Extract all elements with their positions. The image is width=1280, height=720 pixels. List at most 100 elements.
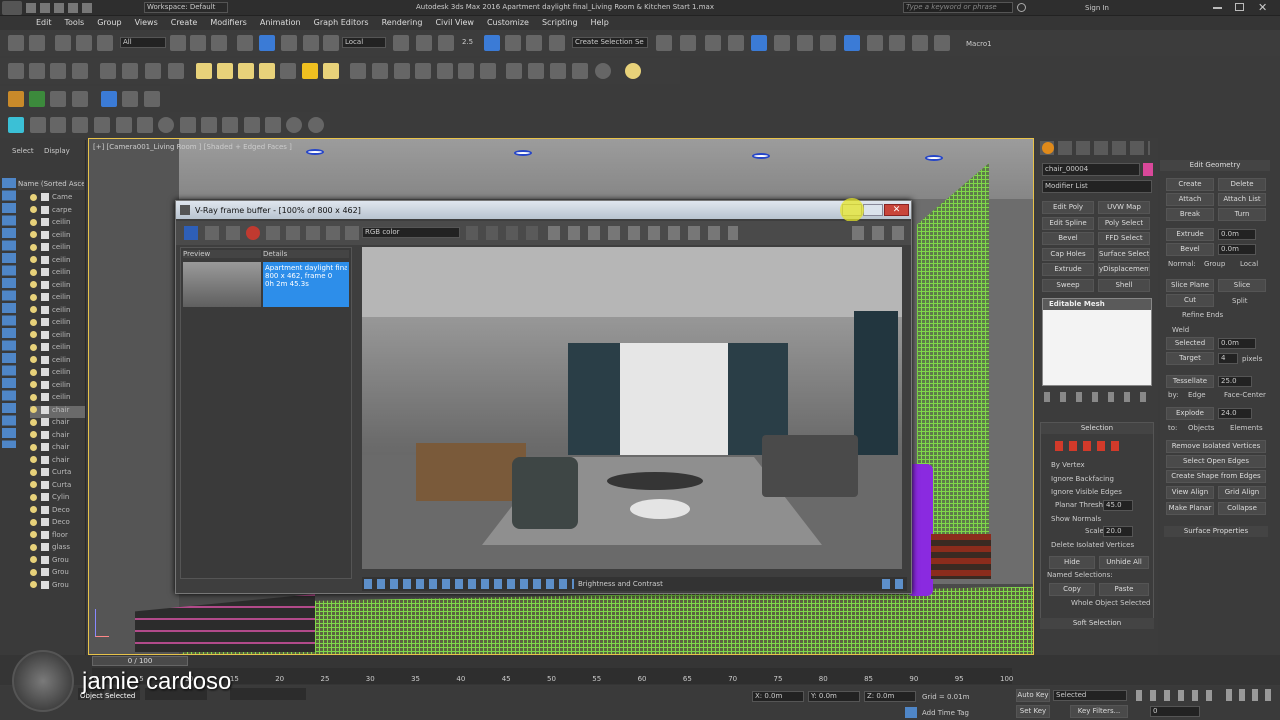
vray-proxy-icon[interactable] (145, 63, 161, 79)
vray-vfb-icon[interactable] (506, 63, 522, 79)
light-bulb-icon[interactable] (30, 318, 37, 326)
auto-key-button[interactable]: Auto Key (1016, 689, 1050, 702)
light-bulb-icon[interactable] (30, 456, 37, 463)
vfb-clear-icon[interactable] (246, 226, 260, 240)
modifier-button[interactable]: Surface Select (1098, 247, 1150, 261)
vray-displacement-icon[interactable] (458, 63, 474, 79)
menu-scripting[interactable]: Scripting (542, 16, 578, 30)
scene-item[interactable]: ceilin (30, 393, 85, 405)
scene-item[interactable]: Came (30, 193, 85, 205)
copy-button[interactable]: Copy (1049, 583, 1095, 596)
face-center-radio[interactable]: Face-Center (1224, 391, 1266, 399)
bevel-field[interactable]: 0.0m (1218, 244, 1256, 255)
modifier-button[interactable]: Bevel (1042, 232, 1094, 245)
vray-toon-icon[interactable] (415, 63, 431, 79)
vray-help-icon[interactable] (595, 63, 611, 79)
toggle-ribbon-icon[interactable] (728, 35, 744, 51)
light-bulb-icon[interactable] (30, 356, 37, 363)
render-production-icon[interactable] (867, 35, 883, 51)
vfb-lut-icon[interactable] (306, 226, 320, 240)
scene-item[interactable]: Grou (30, 580, 85, 593)
add-time-tag[interactable]: Add Time Tag (922, 709, 969, 717)
search-icon[interactable] (1017, 3, 1026, 12)
light-bulb-icon[interactable] (30, 256, 37, 263)
show-normals-check[interactable]: Show Normals (1051, 515, 1101, 523)
light-bulb-icon[interactable] (30, 268, 37, 276)
vfb-compare-icon[interactable] (266, 226, 280, 240)
forest-eye-icon[interactable] (286, 117, 302, 133)
light-bulb-icon[interactable] (30, 206, 37, 213)
vfb-history-icons[interactable] (548, 226, 738, 240)
cut-button[interactable]: Cut (1166, 294, 1214, 307)
viewport-label[interactable]: [+] [Camera001_Living Room ] [Shaded + E… (93, 143, 292, 151)
plugin-icon[interactable] (8, 91, 24, 107)
display-tab[interactable]: Display (44, 147, 70, 155)
forest-cube-icon[interactable] (201, 117, 217, 133)
modifier-button[interactable]: Sweep (1042, 278, 1094, 292)
snap-toggle[interactable]: 2.5 (462, 38, 473, 46)
modifier-button[interactable]: UVW Map (1098, 201, 1150, 214)
render-activeshade-icon[interactable] (912, 35, 928, 51)
vray-plane-icon[interactable] (196, 63, 212, 79)
edit-named-selection-icon[interactable] (549, 35, 565, 51)
modifier-button[interactable]: Cap Holes (1042, 247, 1094, 261)
weld-target-field[interactable]: 4 (1218, 353, 1238, 364)
selection-rollout-title[interactable]: Selection (1041, 423, 1153, 434)
scene-item[interactable]: ceilin (30, 230, 85, 243)
scene-item[interactable]: ceilin (30, 255, 85, 268)
bind-spacewarp-icon[interactable] (97, 35, 113, 51)
y-coord-field[interactable]: Y: 0.0m (808, 691, 860, 702)
time-tag-icon[interactable] (905, 707, 917, 718)
vfb-corner-icons[interactable] (882, 579, 904, 589)
forest-pin-icon[interactable] (8, 117, 24, 133)
scene-item[interactable]: ceilin (30, 330, 85, 343)
slice-button[interactable]: Slice (1218, 279, 1266, 292)
render-iterative-icon[interactable] (889, 35, 905, 51)
curve-editor-icon[interactable] (751, 35, 767, 51)
split-check[interactable]: Split (1232, 297, 1248, 305)
menu-graph-editors[interactable]: Graph Editors (314, 16, 369, 30)
scene-item[interactable]: ceilin (30, 305, 85, 318)
remove-isolated-button[interactable]: Remove Isolated Vertices (1166, 440, 1266, 453)
set-key-button[interactable]: Set Key (1016, 705, 1050, 718)
light-bulb-icon[interactable] (30, 431, 37, 438)
light-bulb-icon[interactable] (30, 581, 37, 588)
maximize-icon[interactable] (1235, 3, 1244, 11)
vray-material-icon[interactable] (480, 63, 496, 79)
vray-cone-icon[interactable] (280, 63, 296, 79)
schematic-view-icon[interactable] (774, 35, 790, 51)
weld-selected-button[interactable]: Selected (1166, 337, 1214, 350)
create-shape-button[interactable]: Create Shape from Edges (1166, 470, 1266, 483)
vfb-display-icon[interactable] (326, 226, 340, 240)
key-mode-dropdown[interactable]: Selected (1053, 690, 1127, 701)
select-object-icon[interactable] (170, 35, 186, 51)
menu-create[interactable]: Create (171, 16, 198, 30)
forest-frame-icon[interactable] (180, 117, 196, 133)
hide-button[interactable]: Hide (1049, 556, 1095, 569)
object-name-field[interactable]: chair_00004 (1042, 163, 1140, 176)
light-bulb-icon[interactable] (30, 193, 37, 201)
bevel-button[interactable]: Bevel (1166, 243, 1214, 256)
column-header-name[interactable]: Name (Sorted Ascer (18, 180, 84, 190)
vray-ies-icon[interactable] (29, 63, 45, 79)
vray-sky-icon[interactable] (323, 63, 339, 79)
select-open-edges-button[interactable]: Select Open Edges (1166, 455, 1266, 468)
material-editor-icon[interactable] (797, 35, 813, 51)
vray-fur-icon[interactable] (168, 63, 184, 79)
forest-gear-icon[interactable] (30, 117, 46, 133)
edit-geometry-title[interactable]: Edit Geometry (1160, 160, 1270, 171)
delete-button[interactable]: Delete (1218, 178, 1266, 191)
tree-icon[interactable] (29, 91, 45, 107)
weld-selected-field[interactable]: 0.0m (1218, 338, 1256, 349)
vray-dome-icon[interactable] (100, 63, 116, 79)
scene-item[interactable]: chair (30, 443, 85, 455)
modifier-list-dropdown[interactable]: Modifier List (1042, 180, 1152, 193)
tessellate-button[interactable]: Tessellate (1166, 375, 1214, 388)
stack-tools[interactable] (1044, 392, 1150, 402)
unlink-icon[interactable] (76, 35, 92, 51)
table-icon[interactable] (72, 91, 88, 107)
menu-tools[interactable]: Tools (65, 16, 85, 30)
scene-item[interactable]: chair (30, 405, 85, 418)
forest-book-icon[interactable] (94, 117, 110, 133)
vfb-menu-icon[interactable] (345, 226, 359, 240)
